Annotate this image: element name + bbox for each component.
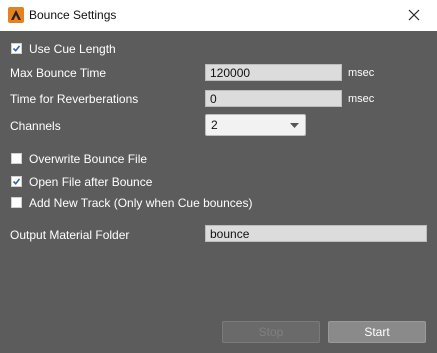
add-new-track-label: Add New Track (Only when Cue bounces) xyxy=(29,196,253,210)
bounce-settings-dialog: Bounce Settings Use Cue Length Max Bounc… xyxy=(0,0,437,353)
checkmark-icon xyxy=(12,45,21,52)
channels-label: Channels xyxy=(10,119,61,133)
reverb-time-label: Time for Reverberations xyxy=(10,92,139,106)
start-button[interactable]: Start xyxy=(328,321,426,343)
max-bounce-time-input[interactable]: 120000 xyxy=(205,64,342,81)
dialog-title: Bounce Settings xyxy=(29,8,117,22)
overwrite-bounce-file-checkbox[interactable] xyxy=(11,153,22,164)
channels-value: 2 xyxy=(211,118,218,132)
settings-panel: Use Cue Length Max Bounce Time 120000 ms… xyxy=(0,31,437,353)
max-bounce-time-unit: msec xyxy=(348,67,375,79)
use-cue-length-label: Use Cue Length xyxy=(29,42,116,56)
reverb-time-unit: msec xyxy=(348,93,375,105)
checkmark-icon xyxy=(12,178,21,185)
close-button[interactable] xyxy=(391,0,437,31)
overwrite-bounce-file-label: Overwrite Bounce File xyxy=(29,152,148,166)
title-bar: Bounce Settings xyxy=(0,0,437,31)
max-bounce-time-label: Max Bounce Time xyxy=(10,66,107,80)
close-icon xyxy=(408,9,420,21)
use-cue-length-checkbox[interactable] xyxy=(11,43,22,54)
add-new-track-checkbox[interactable] xyxy=(11,197,22,208)
output-folder-input[interactable]: bounce xyxy=(205,225,427,242)
app-logo-icon xyxy=(8,7,24,23)
open-file-after-bounce-checkbox[interactable] xyxy=(11,176,22,187)
output-folder-label: Output Material Folder xyxy=(10,228,130,242)
stop-button[interactable]: Stop xyxy=(222,321,320,343)
chevron-down-icon xyxy=(290,123,299,128)
channels-select[interactable]: 2 xyxy=(205,114,306,136)
reverb-time-input[interactable]: 0 xyxy=(205,90,342,107)
open-file-after-bounce-label: Open File after Bounce xyxy=(29,175,153,189)
